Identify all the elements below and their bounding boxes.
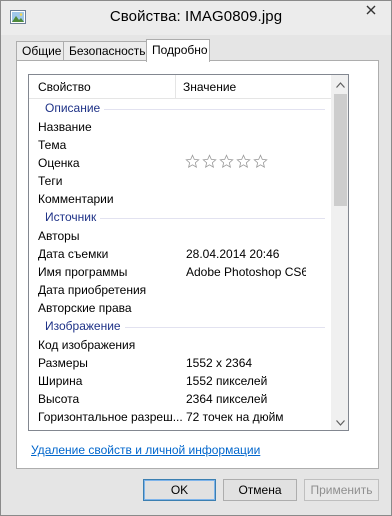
property-value: 1552 пикселей bbox=[186, 374, 268, 388]
list-item[interactable]: Размеры 1552 x 2364 bbox=[29, 354, 333, 372]
property-name: Оценка bbox=[38, 156, 80, 170]
remove-properties-link[interactable]: Удаление свойств и личной информации bbox=[31, 443, 260, 457]
list-item[interactable]: Название bbox=[29, 118, 333, 136]
property-name: Размеры bbox=[38, 356, 88, 370]
property-value: 1552 x 2364 bbox=[186, 356, 253, 370]
list-item[interactable]: Ширина 1552 пикселей bbox=[29, 372, 333, 390]
list-item[interactable]: Имя программы Adobe Photoshop CS6... bbox=[29, 263, 333, 281]
ok-button[interactable]: OK bbox=[143, 479, 216, 501]
property-value: Adobe Photoshop CS6... bbox=[186, 265, 306, 279]
properties-list[interactable]: Свойство Значение Описание Название Тема bbox=[28, 74, 349, 431]
property-name: Имя программы bbox=[38, 265, 128, 279]
property-name: Авторы bbox=[38, 229, 80, 243]
star-icon[interactable] bbox=[185, 154, 200, 169]
list-item[interactable]: Дата съемки 28.04.2014 20:46 bbox=[29, 245, 333, 263]
property-name: Теги bbox=[38, 174, 63, 188]
list-item[interactable]: Горизонтальное разреш... 72 точек на дюй… bbox=[29, 408, 333, 426]
list-item[interactable]: Комментарии bbox=[29, 190, 333, 208]
rating-stars[interactable] bbox=[185, 154, 268, 169]
property-name: Авторские права bbox=[38, 301, 132, 315]
property-name: Комментарии bbox=[38, 192, 114, 206]
chevron-up-icon bbox=[336, 77, 345, 91]
property-name: Горизонтальное разреш... bbox=[38, 410, 183, 424]
property-name: Тема bbox=[38, 138, 67, 152]
scroll-down-button[interactable] bbox=[332, 413, 348, 430]
close-icon bbox=[366, 4, 376, 18]
tab-security[interactable]: Безопасность bbox=[63, 41, 147, 61]
property-value: 28.04.2014 20:46 bbox=[186, 247, 280, 261]
group-heading: Изображение bbox=[45, 319, 125, 333]
title-bar[interactable]: Свойства: IMAG0809.jpg bbox=[1, 1, 391, 35]
list-item[interactable]: Высота 2364 пикселей bbox=[29, 390, 333, 408]
properties-dialog: Свойства: IMAG0809.jpg Общие Безопасност… bbox=[0, 0, 392, 516]
star-icon[interactable] bbox=[202, 154, 217, 169]
list-item[interactable]: Авторские права bbox=[29, 299, 333, 317]
property-name: Название bbox=[38, 120, 92, 134]
column-header-value[interactable]: Значение bbox=[177, 75, 332, 99]
property-name: Дата приобретения bbox=[38, 283, 147, 297]
apply-button[interactable]: Применить bbox=[304, 479, 379, 501]
tab-details[interactable]: Подробно bbox=[146, 39, 210, 62]
cancel-button[interactable]: Отмена bbox=[223, 479, 297, 501]
property-value: 72 точек на дюйм bbox=[186, 410, 284, 424]
property-name: Код изображения bbox=[38, 338, 136, 352]
tab-general[interactable]: Общие bbox=[16, 41, 64, 61]
list-header: Свойство Значение bbox=[29, 75, 333, 99]
scroll-up-button[interactable] bbox=[332, 75, 348, 92]
column-header-property[interactable]: Свойство bbox=[29, 75, 176, 99]
group-source[interactable]: Источник bbox=[29, 208, 333, 227]
list-item[interactable]: Дата приобретения bbox=[29, 281, 333, 299]
star-icon[interactable] bbox=[219, 154, 234, 169]
property-name: Ширина bbox=[38, 374, 83, 388]
group-description[interactable]: Описание bbox=[29, 99, 333, 118]
property-name: Дата съемки bbox=[38, 247, 109, 261]
scroll-thumb[interactable] bbox=[334, 94, 347, 206]
details-panel: Свойство Значение Описание Название Тема bbox=[16, 60, 379, 469]
window-title: Свойства: IMAG0809.jpg bbox=[109, 8, 283, 25]
group-heading: Источник bbox=[45, 210, 101, 224]
vertical-scrollbar[interactable] bbox=[331, 75, 348, 430]
star-icon[interactable] bbox=[236, 154, 251, 169]
chevron-down-icon bbox=[336, 415, 345, 429]
group-image[interactable]: Изображение bbox=[29, 317, 333, 336]
group-heading: Описание bbox=[45, 101, 105, 115]
list-item[interactable]: Код изображения bbox=[29, 336, 333, 354]
list-item[interactable]: Авторы bbox=[29, 227, 333, 245]
star-icon[interactable] bbox=[253, 154, 268, 169]
list-item[interactable]: Оценка bbox=[29, 154, 333, 172]
close-button[interactable] bbox=[358, 1, 384, 21]
property-name: Высота bbox=[38, 392, 80, 406]
list-item[interactable]: Теги bbox=[29, 172, 333, 190]
property-value: 2364 пикселей bbox=[186, 392, 268, 406]
list-rows: Описание Название Тема Оценка Теги Комме… bbox=[29, 99, 333, 426]
list-item[interactable]: Тема bbox=[29, 136, 333, 154]
